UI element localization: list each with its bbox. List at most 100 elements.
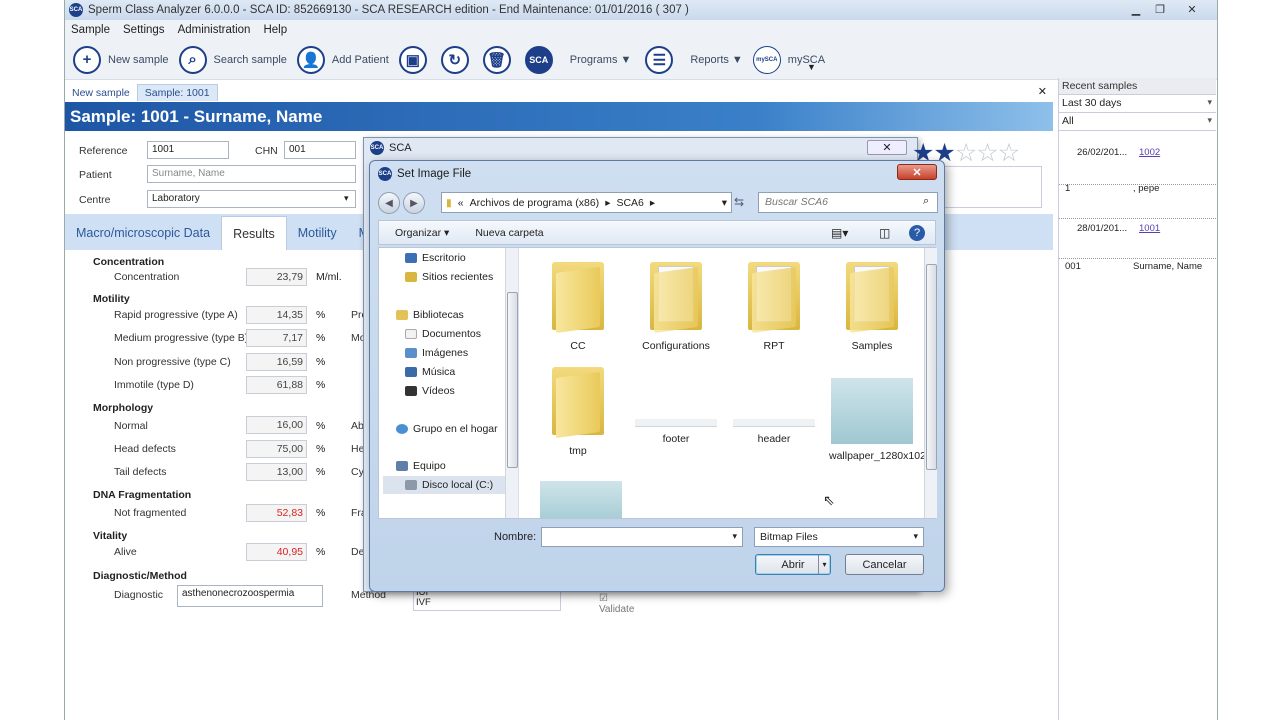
tree-item-label: Disco local (C:) (422, 479, 494, 491)
folder-item-configurations[interactable]: Configurations (633, 256, 719, 352)
chevron-down-icon[interactable]: ▾ (818, 555, 830, 574)
recent-period-select[interactable]: Last 30 days (1059, 95, 1216, 113)
address-bar[interactable]: ▮ « Archivos de programa (x86) ▸ SCA6 ▸ … (441, 192, 732, 213)
dialog-title-bar: SCA Set Image File ✕ (370, 161, 944, 186)
tree-item-grupo-hogar[interactable]: Grupo en el hogar (396, 423, 498, 435)
help-icon[interactable]: ? (909, 224, 925, 241)
maximize-button[interactable]: ❐ (1147, 2, 1173, 17)
filetype-select[interactable]: Bitmap Files (754, 527, 924, 547)
star-empty-icon[interactable]: ☆ (998, 138, 1020, 168)
folder-item-rpt[interactable]: RPT (731, 256, 817, 352)
menu-administration[interactable]: Administration (178, 24, 251, 36)
tree-item-imagenes[interactable]: Imágenes (405, 347, 468, 359)
new-sample-button[interactable]: + New sample (73, 45, 169, 74)
file-name: RPT (763, 340, 785, 352)
report-doc-button[interactable]: ☰ (641, 45, 680, 74)
title-bar: SCA Sperm Class Analyzer 6.0.0.0 - SCA I… (65, 0, 1217, 20)
forward-button[interactable]: ▶ (403, 192, 425, 214)
rapid-value: 14,35 (246, 306, 307, 324)
head-defects-label: Head defects (114, 443, 176, 455)
tree-item-documentos[interactable]: Documentos (405, 328, 481, 340)
star-empty-icon[interactable]: ☆ (976, 138, 998, 168)
refresh-icon[interactable]: ⇆ (734, 195, 744, 209)
method-item[interactable]: IVF (416, 598, 560, 608)
folder-item-tmp[interactable]: tmp (535, 361, 621, 457)
tab-motility[interactable]: Motility (287, 216, 348, 250)
file-item-wallpaper[interactable]: wallpaper_1280x1024 (829, 378, 932, 462)
search-input[interactable]: Buscar SCA6 (758, 192, 938, 213)
reports-menu[interactable]: Reports ▼ (690, 54, 742, 66)
tree-scrollbar[interactable] (505, 248, 518, 518)
sca-dialog-close-button[interactable]: ✕ (867, 140, 907, 155)
tab-new-sample[interactable]: New sample (65, 85, 137, 101)
chevron-right-icon[interactable]: ▸ (605, 197, 610, 209)
dialog-close-button[interactable]: ✕ (897, 164, 937, 180)
scrollbar-thumb[interactable] (926, 264, 937, 470)
filename-input[interactable] (541, 527, 743, 547)
list-item[interactable]: 26/02/201... 1002 1 , pepe (1059, 145, 1216, 194)
menu-settings[interactable]: Settings (123, 24, 165, 36)
back-button[interactable]: ◀ (378, 192, 400, 214)
file-item-footer[interactable]: footer (633, 361, 719, 445)
tree-item-bibliotecas[interactable]: Bibliotecas (396, 309, 464, 321)
tree-item-disco-local[interactable]: Disco local (C:) (383, 476, 505, 494)
recent-filter-select[interactable]: All (1059, 113, 1216, 131)
reference-input[interactable]: 1001 (147, 141, 229, 159)
save-button[interactable]: ▣ (398, 45, 431, 74)
preview-pane-icon[interactable]: ◫ (879, 226, 890, 240)
mysca-icon: mySCA (752, 45, 781, 74)
comment-box[interactable] (944, 166, 1042, 208)
tab-macro-microscopic[interactable]: Macro/microscopic Data (65, 216, 221, 250)
tree-item-equipo[interactable]: Equipo (396, 460, 446, 472)
tree-item-videos[interactable]: Vídeos (405, 385, 455, 397)
file-item-header[interactable]: header (731, 361, 817, 445)
chn-input[interactable]: 001 (284, 141, 356, 159)
open-button[interactable]: Abrir ▾ (755, 554, 831, 575)
recent-c2: 1 (1065, 183, 1071, 194)
patient-input[interactable]: Surname, Name (147, 165, 356, 183)
recent-id-link[interactable]: 1001 (1139, 223, 1160, 234)
files-scrollbar[interactable] (924, 248, 937, 518)
folder-item-cc[interactable]: CC (535, 256, 621, 352)
organize-menu[interactable]: Organizar ▾ (395, 227, 449, 239)
search-sample-button[interactable]: ⌕ Search sample (178, 45, 287, 74)
tree-item-label: Vídeos (422, 385, 455, 397)
recent-id-link[interactable]: 1002 (1139, 147, 1160, 158)
folder-item-samples[interactable]: Samples (829, 256, 915, 352)
scrollbar-thumb[interactable] (507, 292, 518, 468)
validate-checkbox[interactable]: ☑ Validate (599, 593, 634, 615)
list-item[interactable]: 28/01/201... 1001 001 Surname, Name (1059, 219, 1216, 272)
new-folder-button[interactable]: Nueva carpeta (475, 227, 543, 239)
centre-select[interactable]: Laboratory (147, 190, 356, 208)
chevron-right-icon[interactable]: ▸ (650, 197, 655, 209)
add-user-icon: 👤 (296, 45, 325, 74)
add-patient-button[interactable]: 👤 Add Patient (296, 45, 389, 74)
refresh-button[interactable]: ↻ (440, 45, 473, 74)
star-empty-icon[interactable]: ☆ (955, 138, 977, 168)
close-button[interactable]: ✕ (1179, 2, 1205, 17)
patient-label: Patient (79, 169, 112, 181)
tab-results[interactable]: Results (221, 216, 287, 250)
breadcrumb-item[interactable]: SCA6 (616, 197, 643, 209)
breadcrumb-overflow[interactable]: « (458, 197, 464, 209)
menu-sample[interactable]: Sample (71, 24, 110, 36)
tree-item-sitios-recientes[interactable]: Sitios recientes (405, 271, 493, 283)
tree-item-escritorio[interactable]: Escritorio (405, 252, 466, 264)
tab-sample-1001[interactable]: Sample: 1001 (136, 84, 218, 101)
chevron-down-icon[interactable]: ▾ (722, 197, 727, 209)
delete-button[interactable]: 🗑 (482, 45, 515, 74)
close-tab-icon[interactable]: ✕ (1038, 85, 1047, 98)
sca-logo-button[interactable]: SCA (524, 45, 560, 74)
view-options-icon[interactable]: ▤▾ (831, 226, 848, 240)
breadcrumb-item[interactable]: Archivos de programa (x86) (470, 197, 600, 209)
cancel-button[interactable]: Cancelar (845, 554, 924, 575)
menu-help[interactable]: Help (263, 24, 287, 36)
tree-item-musica[interactable]: Música (405, 366, 455, 378)
concentration-header: Concentration (93, 256, 165, 268)
toolbar-overflow-icon[interactable]: ▼ (807, 62, 816, 72)
image-thumbnail[interactable] (540, 481, 622, 518)
minimize-button[interactable]: ▁ (1123, 2, 1149, 17)
diagnostic-input[interactable]: asthenonecrozoospermia (177, 585, 323, 607)
pictures-icon (405, 348, 417, 358)
programs-menu[interactable]: Programs ▼ (570, 54, 632, 66)
